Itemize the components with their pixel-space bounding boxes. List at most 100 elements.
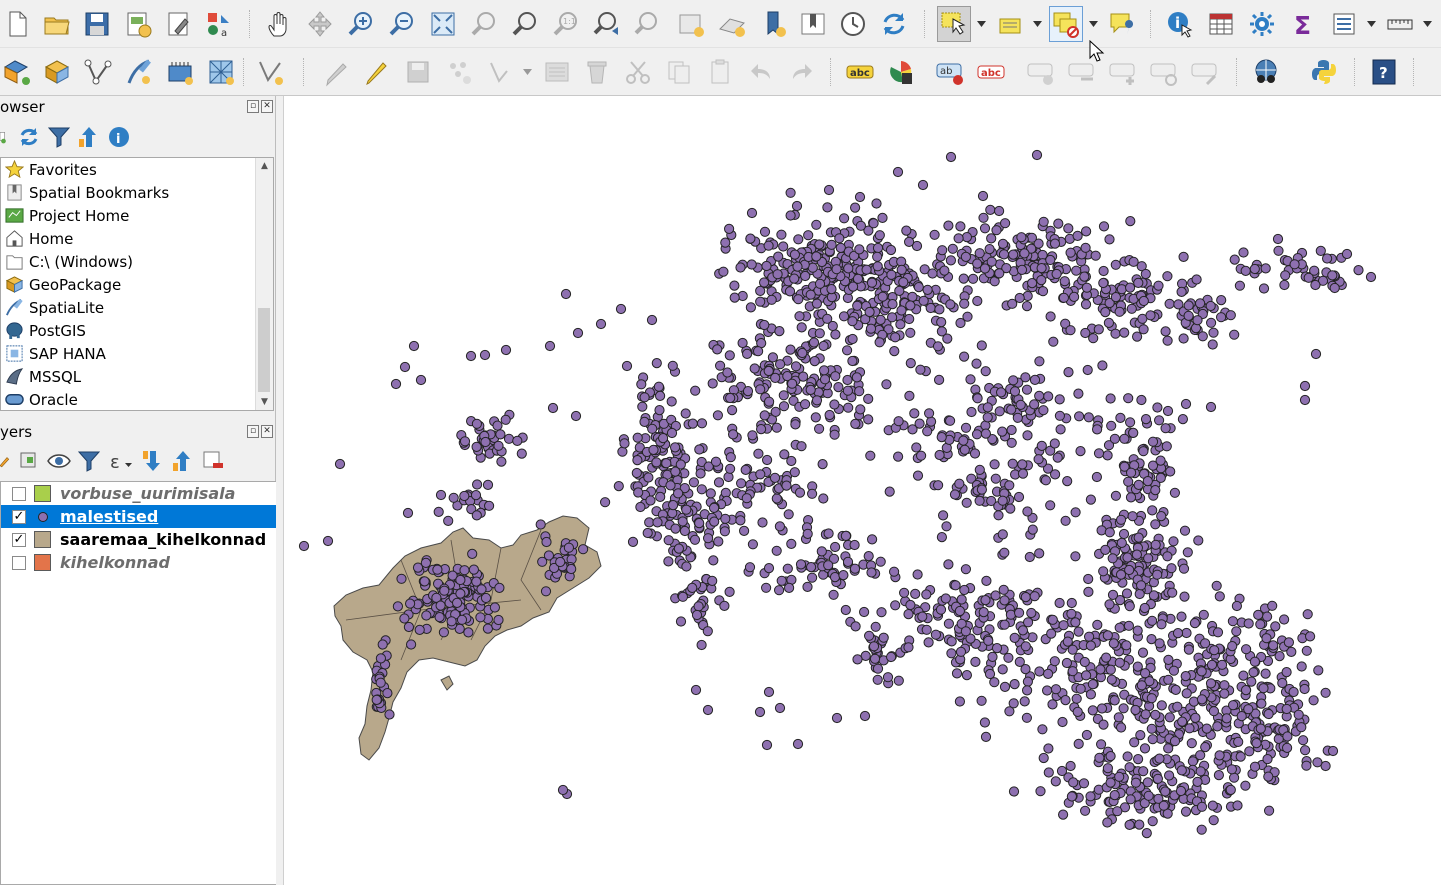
undo-icon[interactable] bbox=[744, 54, 778, 90]
map-canvas[interactable] bbox=[283, 96, 1441, 885]
toolbox-icon[interactable] bbox=[1245, 6, 1279, 42]
add-selected-layers-icon[interactable] bbox=[0, 123, 14, 151]
layer-row-vorbuse-uurimisala[interactable]: vorbuse_uurimisala bbox=[1, 482, 276, 505]
rotate-label-icon[interactable] bbox=[1106, 54, 1140, 90]
style-panel-icon[interactable] bbox=[0, 447, 14, 475]
vertex-editor-icon[interactable] bbox=[540, 54, 574, 90]
delete-selected-icon[interactable] bbox=[580, 54, 614, 90]
field-calculator-dropdown[interactable] bbox=[1366, 17, 1376, 31]
collapse-all-icon[interactable] bbox=[74, 123, 104, 151]
zoom-native-icon[interactable]: 1:1 bbox=[549, 6, 583, 42]
browser-scrollbar[interactable]: ▲ ▼ bbox=[255, 158, 273, 410]
filter-legend-icon[interactable] bbox=[74, 447, 104, 475]
float-panel-icon[interactable]: ▫ bbox=[247, 425, 259, 438]
highlight-pinned-labels-icon[interactable]: ab bbox=[933, 54, 967, 90]
attribute-table-icon[interactable] bbox=[1204, 6, 1238, 42]
zoom-out-icon[interactable] bbox=[385, 6, 419, 42]
measure-dropdown[interactable] bbox=[1422, 17, 1432, 31]
zoom-next-icon[interactable] bbox=[631, 6, 665, 42]
diagram-tool-icon[interactable] bbox=[884, 54, 918, 90]
toggle-editing-icon[interactable] bbox=[360, 54, 394, 90]
zoom-last-icon[interactable] bbox=[590, 6, 624, 42]
browser-item-spatialite[interactable]: SpatiaLite bbox=[1, 296, 273, 319]
deselect-dropdown[interactable] bbox=[1088, 17, 1098, 31]
close-panel-icon[interactable]: ✕ bbox=[261, 425, 273, 438]
new-map-view-icon[interactable] bbox=[674, 6, 708, 42]
select-by-value-dropdown[interactable] bbox=[1032, 17, 1042, 31]
layer-row-malestised[interactable]: ✓ malestised bbox=[1, 505, 276, 528]
vertex-tool-icon[interactable] bbox=[253, 54, 287, 90]
collapse-all-layers-icon[interactable] bbox=[168, 447, 198, 475]
layer-row-saaremaa-kihelkonnad[interactable]: ✓ saaremaa_kihelkonnad bbox=[1, 528, 276, 551]
label-tool-icon[interactable]: abc bbox=[843, 54, 877, 90]
new-bookmark-icon[interactable] bbox=[757, 6, 791, 42]
show-hide-labels-icon[interactable] bbox=[1024, 54, 1058, 90]
layout-manager-icon[interactable] bbox=[162, 6, 196, 42]
show-map-tips-icon[interactable] bbox=[1105, 6, 1139, 42]
add-feature-icon[interactable] bbox=[442, 54, 476, 90]
new-geopackage-layer-icon[interactable] bbox=[40, 54, 74, 90]
paste-features-icon[interactable] bbox=[703, 54, 737, 90]
browser-item-oracle[interactable]: Oracle bbox=[1, 388, 273, 410]
help-icon[interactable]: ? bbox=[1367, 54, 1401, 90]
identify-icon[interactable]: i bbox=[1163, 6, 1197, 42]
filter-by-expression-icon[interactable]: ε bbox=[104, 447, 138, 475]
mesh-layer-icon[interactable] bbox=[204, 54, 238, 90]
zoom-in-icon[interactable] bbox=[344, 6, 378, 42]
data-source-manager-icon[interactable] bbox=[0, 54, 34, 90]
scroll-up-icon[interactable]: ▲ bbox=[256, 158, 273, 174]
pan-to-selection-icon[interactable] bbox=[303, 6, 337, 42]
browser-tree[interactable]: Favorites Spatial Bookmarks Project Home Ho… bbox=[0, 157, 274, 411]
measure-icon[interactable] bbox=[1383, 6, 1417, 42]
browser-item-spatial-bookmarks[interactable]: Spatial Bookmarks bbox=[1, 181, 273, 204]
statistics-icon[interactable]: Σ bbox=[1286, 6, 1320, 42]
save-edits-icon[interactable] bbox=[401, 54, 435, 90]
redo-icon[interactable] bbox=[785, 54, 819, 90]
browser-item-home[interactable]: Home bbox=[1, 227, 273, 250]
python-console-icon[interactable] bbox=[1307, 54, 1341, 90]
cut-features-icon[interactable] bbox=[621, 54, 655, 90]
browser-item-sap-hana[interactable]: SAP HANA bbox=[1, 342, 273, 365]
select-features-icon[interactable] bbox=[937, 6, 971, 42]
zoom-full-icon[interactable] bbox=[426, 6, 460, 42]
browser-item-mssql[interactable]: MSSQL bbox=[1, 365, 273, 388]
change-label-icon[interactable] bbox=[1147, 54, 1181, 90]
float-panel-icon[interactable]: ▫ bbox=[247, 100, 259, 113]
pan-icon[interactable] bbox=[262, 6, 296, 42]
refresh-browser-icon[interactable] bbox=[14, 123, 44, 151]
refresh-icon[interactable] bbox=[877, 6, 911, 42]
open-project-icon[interactable] bbox=[40, 6, 74, 42]
add-group-icon[interactable] bbox=[14, 447, 44, 475]
properties-icon[interactable]: i bbox=[104, 123, 134, 151]
browser-item-postgis[interactable]: PostGIS bbox=[1, 319, 273, 342]
expand-all-icon[interactable] bbox=[138, 447, 168, 475]
temporal-controller-icon[interactable] bbox=[836, 6, 870, 42]
layer-visibility-checkbox[interactable]: ✓ bbox=[12, 509, 26, 524]
current-edits-icon[interactable] bbox=[320, 54, 354, 90]
new-print-layout-icon[interactable] bbox=[121, 6, 155, 42]
new-3d-map-view-icon[interactable] bbox=[715, 6, 749, 42]
manage-visibility-icon[interactable] bbox=[44, 447, 74, 475]
show-bookmarks-icon[interactable] bbox=[796, 6, 830, 42]
scroll-thumb[interactable] bbox=[258, 308, 270, 392]
deselect-icon[interactable] bbox=[1049, 6, 1083, 42]
layer-row-kihelkonnad[interactable]: kihelkonnad bbox=[1, 551, 276, 574]
select-by-value-icon[interactable] bbox=[993, 6, 1027, 42]
select-features-dropdown[interactable] bbox=[976, 17, 986, 31]
zoom-to-selection-icon[interactable] bbox=[467, 6, 501, 42]
gps-icon[interactable] bbox=[122, 54, 156, 90]
save-project-icon[interactable] bbox=[80, 6, 114, 42]
remove-layer-icon[interactable] bbox=[198, 447, 228, 475]
style-manager-icon[interactable]: a bbox=[202, 6, 236, 42]
move-feature-icon[interactable] bbox=[483, 54, 517, 90]
browser-item-project-home[interactable]: Project Home bbox=[1, 204, 273, 227]
pin-labels-icon[interactable]: abc bbox=[974, 54, 1008, 90]
change-label-properties-icon[interactable] bbox=[1188, 54, 1222, 90]
layers-tree[interactable]: vorbuse_uurimisala ✓ malestised ✓ saaremaa_k… bbox=[0, 481, 276, 885]
filter-browser-icon[interactable] bbox=[44, 123, 74, 151]
browser-item-favorites[interactable]: Favorites bbox=[1, 158, 273, 181]
move-feature-dropdown[interactable] bbox=[522, 65, 532, 79]
layer-visibility-checkbox[interactable] bbox=[12, 486, 26, 501]
close-panel-icon[interactable]: ✕ bbox=[261, 100, 273, 113]
virtual-layer-icon[interactable] bbox=[163, 54, 197, 90]
